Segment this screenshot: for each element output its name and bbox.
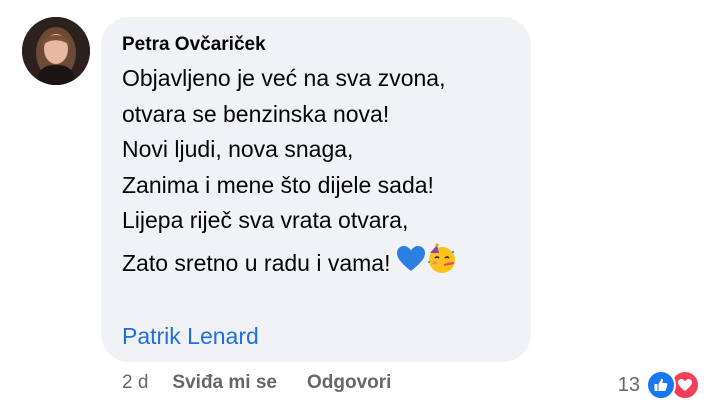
mention-link[interactable]: Patrik Lenard (122, 321, 259, 351)
like-button[interactable]: Sviđa mi se (172, 372, 277, 394)
comment-line: otvara se benzinska nova! (122, 100, 390, 127)
timestamp[interactable]: 2 d (122, 372, 148, 394)
comment-line-last: Zato sretno u radu i vama! (122, 242, 531, 286)
comment-line: Lijepa riječ sva vrata otvara, (122, 207, 409, 233)
comment-author[interactable]: Petra Ovčariček (122, 33, 531, 57)
comment-actions: 2 d Sviđa mi se Odgovori (122, 372, 421, 394)
partying-face-icon (426, 242, 458, 286)
reply-button[interactable]: Odgovori (307, 372, 391, 394)
comment-line: Novi ljudi, nova snaga, (122, 136, 354, 162)
avatar[interactable] (22, 17, 90, 85)
comment-bubble: Petra Ovčariček Objavljeno je već na sva… (101, 17, 531, 362)
reaction-summary[interactable]: 13 (618, 370, 700, 400)
comment-line: Zanima i mene što dijele sada! (122, 171, 434, 198)
reaction-count: 13 (617, 373, 640, 396)
blue-heart-icon (396, 245, 426, 284)
comment-line: Objavljeno je već na sva zvona, (122, 65, 446, 91)
avatar-photo (22, 17, 90, 85)
comment-line: Zato sretno u radu i vama! (122, 250, 391, 276)
like-icon (646, 370, 676, 400)
